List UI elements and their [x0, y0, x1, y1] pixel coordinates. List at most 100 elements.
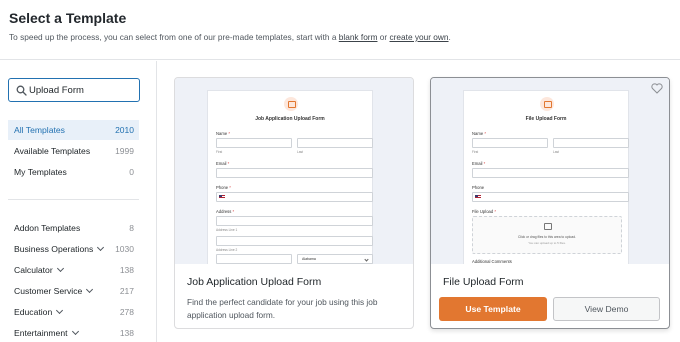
chevron-down-icon[interactable]: [97, 243, 105, 252]
view-demo-button[interactable]: View Demo: [553, 297, 660, 321]
search-icon: [16, 85, 27, 96]
preview-input: [472, 138, 548, 148]
us-flag-icon: [219, 195, 225, 199]
sidebar-item-calculator[interactable]: Calculator 138: [8, 260, 139, 280]
preview-input: [216, 192, 373, 202]
sidebar-item-customer-service[interactable]: Customer Service 217: [8, 281, 139, 301]
template-card-file-upload[interactable]: File Upload Form Name * First Last Email…: [430, 77, 670, 329]
sidebar-item-count: 278: [119, 307, 134, 317]
preview-address-label: Address: [216, 209, 232, 214]
sidebar-item-label-wrap: Calculator: [14, 264, 64, 275]
preview-sublabel: Last: [297, 150, 304, 154]
preview-label: File Upload *: [472, 209, 496, 214]
sidebar-item-label-wrap: Education: [14, 306, 64, 317]
preview-sublabel: Last: [553, 150, 560, 154]
required-marker: *: [484, 131, 486, 136]
preview-label: Address *: [216, 209, 234, 214]
sidebar-item-count: 1999: [115, 146, 134, 156]
required-marker: *: [229, 185, 231, 190]
preview-form-title: File Upload Form: [525, 116, 567, 122]
preview-label: Email *: [472, 161, 485, 166]
template-card-job-application[interactable]: Job Application Upload Form Name * First…: [174, 77, 414, 329]
page-header: Select a Template To speed up the proces…: [0, 0, 680, 60]
preview-input: [216, 216, 373, 226]
sidebar-item-count: 2010: [115, 125, 134, 135]
preview-label: Phone *: [216, 185, 231, 190]
chevron-down-icon: [364, 257, 369, 262]
subtitle-text: To speed up the process, you can select …: [9, 32, 337, 42]
sidebar-item-label: Available Templates: [14, 146, 91, 156]
preview-label: Additional Comments: [472, 259, 512, 264]
subtitle-or: or: [379, 32, 388, 42]
preview-upload-label: File Upload: [472, 209, 494, 214]
create-your-own-link[interactable]: create your own: [390, 32, 449, 42]
category-sidebar: All Templates 2010 Available Templates 1…: [0, 61, 157, 342]
preview-label: Name *: [216, 131, 230, 136]
preview-sublabel: Address Line 1: [216, 228, 238, 232]
preview-phone-label: Phone: [472, 185, 485, 190]
template-search[interactable]: [8, 78, 140, 102]
page-subtitle: To speed up the process, you can select …: [9, 32, 451, 42]
us-flag-icon: [475, 195, 481, 199]
preview-input: [216, 138, 292, 148]
form-preview-sheet: File Upload Form Name * First Last Email…: [463, 90, 629, 264]
preview-name-label: Name: [472, 131, 484, 136]
template-name: File Upload Form: [443, 276, 524, 288]
sidebar-item-my-templates[interactable]: My Templates 0: [8, 162, 139, 182]
sidebar-item-label: Entertainment: [14, 328, 68, 338]
preview-select: Alabama: [297, 254, 373, 264]
sidebar-item-label-wrap: Business Operations: [14, 243, 105, 254]
sidebar-item-addon-templates[interactable]: Addon Templates 8: [8, 218, 139, 238]
preview-input: [472, 168, 629, 178]
search-input[interactable]: [29, 82, 135, 98]
sidebar-item-label: Education: [14, 307, 53, 317]
sidebar-item-entertainment[interactable]: Entertainment 138: [8, 323, 139, 342]
template-description: Find the perfect candidate for your job …: [187, 297, 378, 320]
template-name: Job Application Upload Form: [187, 276, 322, 288]
chevron-down-icon[interactable]: [86, 285, 94, 294]
sidebar-item-education[interactable]: Education 278: [8, 302, 139, 322]
sidebar-divider: [8, 199, 139, 200]
preview-input: [216, 254, 292, 264]
upload-icon: [544, 223, 552, 230]
preview-label: Name *: [472, 131, 486, 136]
preview-phone-label: Phone: [216, 185, 229, 190]
preview-sublabel: First: [216, 150, 223, 154]
sidebar-item-label: My Templates: [14, 167, 67, 177]
sidebar-item-count: 8: [129, 223, 134, 233]
preview-label: Email *: [216, 161, 229, 166]
sidebar-item-all-templates[interactable]: All Templates 2010: [8, 120, 139, 140]
preview-sublabel: First: [472, 150, 479, 154]
sidebar-item-label-wrap: Customer Service: [14, 285, 94, 296]
preview-input: [216, 236, 373, 246]
required-marker: *: [228, 131, 230, 136]
preview-select-value: Alabama: [302, 257, 316, 261]
preview-name-label: Name: [216, 131, 228, 136]
sidebar-item-label: Customer Service: [14, 286, 83, 296]
required-marker: *: [483, 161, 486, 166]
blank-form-link[interactable]: blank form: [339, 32, 378, 42]
template-preview: Job Application Upload Form Name * First…: [175, 78, 413, 264]
chevron-down-icon[interactable]: [71, 327, 79, 336]
sidebar-item-label: Business Operations: [14, 244, 94, 254]
chevron-down-icon[interactable]: [56, 306, 64, 315]
preview-upload-area: Click or drag files to this area to uplo…: [472, 216, 622, 254]
sidebar-item-label: Calculator: [14, 265, 53, 275]
form-preview-sheet: Job Application Upload Form Name * First…: [207, 90, 373, 264]
chevron-down-icon[interactable]: [56, 264, 64, 273]
preview-label: Phone: [472, 185, 484, 190]
subtitle-end: .: [448, 32, 451, 42]
preview-upload-text: Click or drag files to this area to uplo…: [518, 235, 576, 239]
sidebar-item-label: Addon Templates: [14, 223, 81, 233]
heart-icon[interactable]: [651, 83, 663, 94]
use-template-button[interactable]: Use Template: [439, 297, 547, 321]
preview-sublabel: Address Line 2: [216, 248, 238, 252]
preview-email-label: Email: [216, 161, 227, 166]
preview-upload-hint: You can upload up to 5 files.: [528, 241, 566, 245]
preview-comments-label: Additional Comments: [472, 259, 512, 264]
sidebar-item-available-templates[interactable]: Available Templates 1999: [8, 141, 139, 161]
sidebar-item-business-operations[interactable]: Business Operations 1030: [8, 239, 139, 259]
preview-input: [553, 138, 629, 148]
preview-input: [216, 168, 373, 178]
required-marker: *: [227, 161, 230, 166]
